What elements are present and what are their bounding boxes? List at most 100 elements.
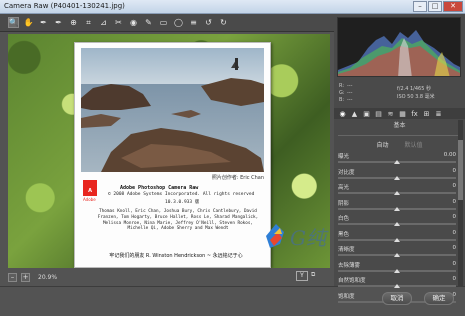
menu-icon[interactable]: ≡ bbox=[188, 17, 199, 28]
exposure-info: f/2.4 1/465 秒 bbox=[397, 86, 431, 92]
adobe-logo-icon: A bbox=[83, 180, 97, 196]
b-label: B: bbox=[339, 97, 345, 103]
slider-row: 自然饱和度 0 bbox=[338, 276, 456, 292]
panel-tab-5-icon[interactable]: ▦ bbox=[398, 110, 407, 118]
slider-row: 清晰度 0 bbox=[338, 245, 456, 261]
slider-value[interactable]: 0 bbox=[453, 261, 457, 267]
panel-scrollbar[interactable] bbox=[458, 120, 463, 286]
g-value: --- bbox=[347, 90, 353, 96]
slider-label: 白色 bbox=[338, 216, 350, 222]
slider-label: 清晰度 bbox=[338, 247, 355, 253]
default-button[interactable]: 默认值 bbox=[405, 140, 423, 150]
slider-row: 黑色 0 bbox=[338, 230, 456, 246]
slider-thumb[interactable] bbox=[394, 222, 400, 226]
slider-label: 曝光 bbox=[338, 154, 350, 160]
slider-value[interactable]: 0 bbox=[453, 199, 457, 205]
maximize-button[interactable]: □ bbox=[428, 1, 442, 12]
slider-label: 自然饱和度 bbox=[338, 278, 366, 284]
iso-info: ISO 50 3.8 毫米 bbox=[397, 94, 435, 100]
scrollbar-thumb[interactable] bbox=[458, 140, 463, 200]
ok-button[interactable]: 确定 bbox=[424, 292, 454, 305]
auto-button[interactable]: 自动 bbox=[376, 140, 388, 150]
photo-credit: 照片创作者: Eric Chan bbox=[211, 175, 264, 181]
slider-thumb[interactable] bbox=[394, 253, 400, 257]
slider-value[interactable]: 0 bbox=[453, 276, 457, 282]
credits-text: Thomas Knoll, Eric Chan, Joshua Bury, Ch… bbox=[97, 209, 259, 232]
spot-removal-icon[interactable]: ✂ bbox=[113, 17, 124, 28]
slider-label: 黑色 bbox=[338, 231, 350, 238]
rotate-right-icon[interactable]: ↻ bbox=[218, 17, 229, 28]
about-splash[interactable]: 照片创作者: Eric Chan A Adobe Adobe Photoshop… bbox=[74, 42, 271, 268]
cancel-button[interactable]: 取消 bbox=[382, 292, 412, 305]
panel-tab-1-icon[interactable]: ▲ bbox=[350, 110, 359, 118]
straighten-icon[interactable]: ⊿ bbox=[98, 17, 109, 28]
adobe-wordmark: Adobe bbox=[83, 197, 96, 202]
auto-default-row: 自动 默认值 bbox=[334, 140, 465, 150]
slider-thumb[interactable] bbox=[394, 175, 400, 180]
image-preview[interactable]: 照片创作者: Eric Chan A Adobe Adobe Photoshop… bbox=[8, 34, 330, 268]
slider-thumb[interactable] bbox=[394, 191, 400, 195]
adjustment-panel: R: --- G: --- B: --- f/2.4 1/465 秒 ISO 5… bbox=[334, 14, 465, 304]
white-balance-row[interactable] bbox=[338, 130, 461, 136]
slider-value[interactable]: 0 bbox=[453, 183, 457, 189]
panel-tab-6-icon[interactable]: fx bbox=[410, 110, 419, 118]
window-title: Camera Raw (P40401-130241.jpg) bbox=[4, 2, 125, 10]
slider-value[interactable]: 0.00 bbox=[444, 152, 456, 158]
title-bar: Camera Raw (P40401-130241.jpg) – □ ✕ bbox=[0, 0, 465, 14]
slider-value[interactable]: 0 bbox=[453, 168, 457, 174]
version-text: 10.3.0.933 版 bbox=[165, 200, 200, 205]
rotate-left-icon[interactable]: ↺ bbox=[203, 17, 214, 28]
minimize-button[interactable]: – bbox=[413, 1, 427, 12]
copyright-text: © 2008 Adobe Systems Incorporated. All r… bbox=[108, 192, 255, 197]
b-value: --- bbox=[347, 97, 353, 103]
zoom-out-button[interactable]: – bbox=[8, 272, 17, 282]
slider-row: 对比度 0 bbox=[338, 168, 456, 184]
slider-thumb[interactable] bbox=[394, 206, 400, 211]
slider-value[interactable]: 0 bbox=[453, 245, 457, 251]
close-button[interactable]: ✕ bbox=[443, 1, 463, 12]
white-balance-icon[interactable]: ✒ bbox=[38, 17, 49, 28]
before-after-toggle[interactable]: Y bbox=[296, 271, 308, 281]
zoom-level-select[interactable]: 20.9% bbox=[34, 274, 57, 281]
panel-tab-8-icon[interactable]: ≣ bbox=[434, 110, 443, 118]
graduated-filter-icon[interactable]: ▭ bbox=[158, 17, 169, 28]
slider-value[interactable]: 0 bbox=[453, 230, 457, 236]
toolbar: 🔍 ✋ ✒ ✒ ⊕ ⌗ ⊿ ✂ ◉ ✎ ▭ ◯ ≡ ↺ ↻ bbox=[0, 14, 334, 32]
watermark-bird-icon bbox=[264, 222, 288, 254]
panel-tab-4-icon[interactable]: ≋ bbox=[386, 110, 395, 118]
slider-row: 高光 0 bbox=[338, 183, 456, 199]
panel-tab-0-icon[interactable]: ◉ bbox=[338, 110, 347, 118]
slider-label: 高光 bbox=[338, 185, 350, 191]
slider-row: 阴影 0 bbox=[338, 199, 456, 215]
hand-icon[interactable]: ✋ bbox=[23, 17, 34, 28]
zoom-in-button[interactable]: + bbox=[21, 272, 30, 282]
red-eye-icon[interactable]: ◉ bbox=[128, 17, 139, 28]
targeted-adjust-icon[interactable]: ⊕ bbox=[68, 17, 79, 28]
color-sampler-icon[interactable]: ✒ bbox=[53, 17, 64, 28]
histogram bbox=[337, 17, 461, 77]
slider-label: 饱和度 bbox=[338, 293, 355, 300]
dedication-text: 牢记我们的朋友 R. Winston Hendrickson ~ 永远铭记于心 bbox=[109, 253, 243, 259]
slider-label: 阴影 bbox=[338, 200, 350, 207]
r-value: --- bbox=[347, 83, 353, 89]
panel-header-basic: 基本 bbox=[393, 122, 406, 129]
panel-tab-3-icon[interactable]: ▤ bbox=[374, 110, 383, 118]
slider-thumb[interactable] bbox=[394, 160, 400, 164]
slider-thumb[interactable] bbox=[394, 268, 400, 273]
splash-photo bbox=[81, 48, 264, 172]
window-controls: – □ ✕ bbox=[413, 1, 463, 12]
radial-filter-icon[interactable]: ◯ bbox=[173, 17, 184, 28]
slider-thumb[interactable] bbox=[394, 237, 400, 242]
adjustment-brush-icon[interactable]: ✎ bbox=[143, 17, 154, 28]
crop-icon[interactable]: ⌗ bbox=[83, 17, 94, 28]
slider-value[interactable]: 0 bbox=[453, 214, 457, 220]
product-title: Adobe Photoshop Camera Raw bbox=[120, 185, 199, 191]
zoom-icon[interactable]: 🔍 bbox=[8, 17, 19, 28]
panel-tab-2-icon[interactable]: ▣ bbox=[362, 110, 371, 118]
panel-tabs: ◉ ▲ ▣ ▤ ≋ ▦ fx ⊞ ≣ bbox=[334, 108, 465, 119]
r-label: R: bbox=[339, 83, 345, 89]
panel-tab-7-icon[interactable]: ⊞ bbox=[422, 110, 431, 118]
slider-thumb[interactable] bbox=[394, 284, 400, 288]
slider-label: 对比度 bbox=[338, 169, 355, 176]
compare-view-icon[interactable]: ⧉ bbox=[311, 271, 325, 281]
